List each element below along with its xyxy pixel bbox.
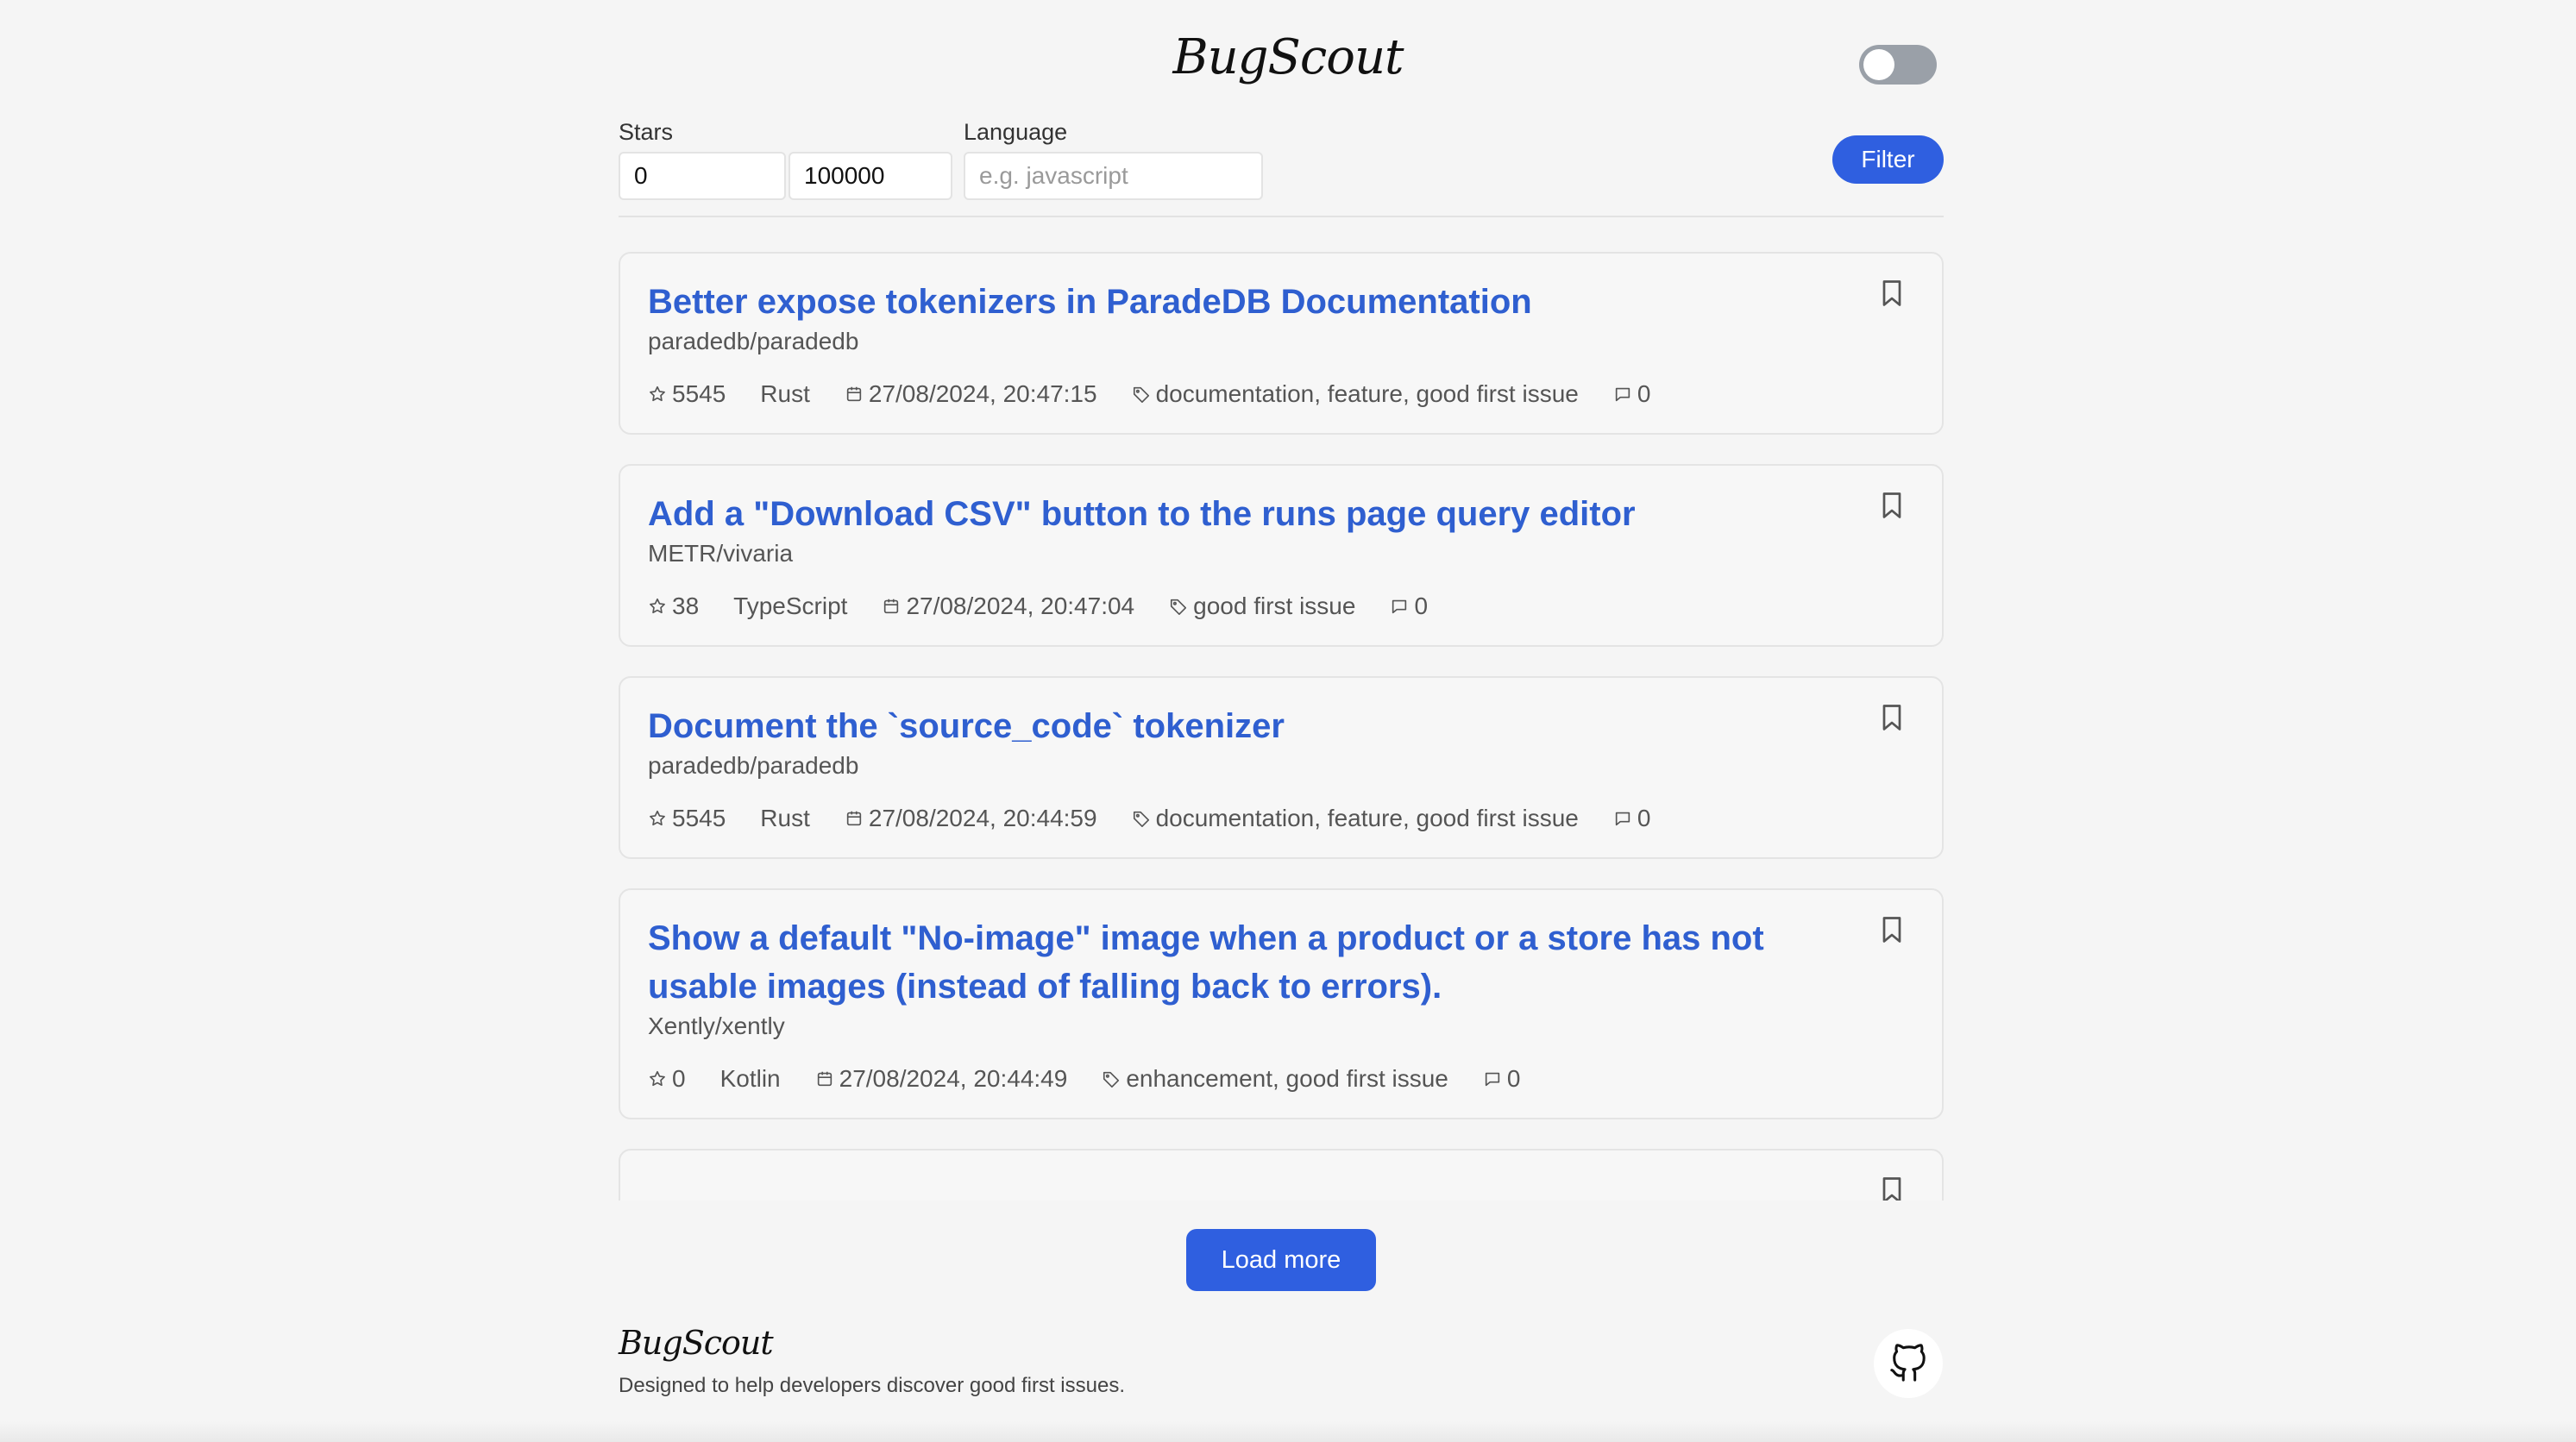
issue-date-text: 27/08/2024, 20:44:59 (868, 805, 1097, 831)
issue-language: TypeScript (733, 592, 848, 619)
issue-meta: 38 TypeScript 27/08/2024, 20:47:04 good … (648, 590, 1838, 623)
bookmark-icon[interactable] (1876, 912, 1907, 947)
issue-date-text: 27/08/2024, 20:47:04 (906, 592, 1135, 619)
footer-logo: BugScout (619, 1324, 774, 1362)
issue-comments: 0 (1613, 802, 1651, 835)
issue-labels: good first issue (1169, 590, 1355, 623)
issue-stars: 38 (648, 590, 699, 623)
issue-date-text: 27/08/2024, 20:47:15 (868, 380, 1097, 407)
stars-label: Stars (619, 119, 674, 145)
issue-labels-text: documentation, feature, good first issue (1155, 380, 1579, 407)
issue-comments-count: 0 (1414, 592, 1429, 619)
issues-list[interactable]: Better expose tokenizers in ParadeDB Doc… (619, 252, 1944, 1201)
load-more-button[interactable]: Load more (1186, 1229, 1376, 1291)
star-icon (648, 597, 667, 616)
issue-labels: documentation, feature, good first issue (1132, 378, 1579, 411)
issue-stars: 5545 (648, 802, 726, 835)
bottom-shade (0, 1421, 2576, 1442)
issue-date: 27/08/2024, 20:47:15 (845, 378, 1097, 411)
issue-card[interactable]: Better expose tokenizers in ParadeDB Doc… (619, 252, 1944, 435)
page: BugScout Stars Language Filter Better ex… (0, 0, 2576, 1442)
calendar-icon (845, 809, 864, 828)
issue-language: Rust (760, 805, 810, 831)
issue-title-link[interactable]: Add a "Download CSV" button to the runs … (648, 490, 1838, 538)
issue-language: Rust (760, 380, 810, 407)
bookmark-icon[interactable] (1876, 488, 1907, 523)
issue-stars-count: 5545 (672, 380, 726, 407)
issue-title-link[interactable]: Better expose tokenizers in ParadeDB Doc… (648, 278, 1838, 326)
issue-repo: METR/vivaria (648, 540, 794, 567)
footer-tagline: Designed to help developers discover goo… (619, 1374, 1125, 1397)
issue-comments: 0 (1613, 378, 1651, 411)
calendar-icon (815, 1069, 834, 1088)
issue-stars-count: 38 (672, 592, 700, 619)
issue-meta: 5545 Rust 27/08/2024, 20:47:15 documenta… (648, 378, 1838, 411)
issue-meta: 5545 Rust 27/08/2024, 20:44:59 documenta… (648, 802, 1838, 835)
filter-divider (619, 216, 1944, 217)
issue-date: 27/08/2024, 20:44:59 (845, 802, 1097, 835)
issue-repo: paradedb/paradedb (648, 328, 859, 354)
issue-repo: Xently/xently (648, 1013, 785, 1039)
theme-toggle[interactable] (1859, 45, 1937, 85)
issue-labels-text: good first issue (1193, 592, 1356, 619)
comment-icon (1390, 597, 1409, 616)
language-input[interactable] (964, 152, 1263, 200)
issue-repo: paradedb/paradedb (648, 752, 859, 779)
tag-icon (1132, 385, 1151, 404)
theme-toggle-knob (1863, 49, 1894, 80)
issue-stars: 0 (648, 1063, 686, 1095)
tag-icon (1132, 809, 1151, 828)
stars-min-input[interactable] (619, 152, 786, 200)
bookmark-icon[interactable] (1876, 700, 1907, 735)
issue-title-link[interactable]: Show a default "No-image" image when a p… (648, 914, 1838, 1011)
github-icon (1888, 1344, 1928, 1383)
issue-date: 27/08/2024, 20:44:49 (815, 1063, 1068, 1095)
tag-icon (1169, 597, 1188, 616)
issue-stars-count: 0 (672, 1065, 686, 1092)
issue-language: Kotlin (719, 1065, 781, 1092)
issue-labels: enhancement, good first issue (1102, 1063, 1448, 1095)
issue-comments-count: 0 (1637, 805, 1651, 831)
issues-container: Better expose tokenizers in ParadeDB Doc… (619, 252, 1944, 1119)
issue-comments-count: 0 (1637, 380, 1651, 407)
issue-card[interactable]: Show a default "No-image" image when a p… (619, 888, 1944, 1119)
issue-card-partial[interactable] (619, 1149, 1944, 1201)
language-label: Language (964, 119, 1068, 145)
comment-icon (1613, 809, 1632, 828)
issue-labels: documentation, feature, good first issue (1132, 802, 1579, 835)
issue-labels-text: documentation, feature, good first issue (1155, 805, 1579, 831)
issue-stars: 5545 (648, 378, 726, 411)
bookmark-icon[interactable] (1876, 1173, 1907, 1201)
star-icon (648, 385, 667, 404)
issue-card[interactable]: Add a "Download CSV" button to the runs … (619, 464, 1944, 647)
issue-labels-text: enhancement, good first issue (1126, 1065, 1448, 1092)
issue-date: 27/08/2024, 20:47:04 (882, 590, 1134, 623)
filter-button[interactable]: Filter (1832, 135, 1944, 184)
issue-comments: 0 (1483, 1063, 1521, 1095)
app-logo[interactable]: BugScout (1172, 29, 1404, 85)
bookmark-icon[interactable] (1876, 276, 1907, 310)
issue-stars-count: 5545 (672, 805, 726, 831)
star-icon (648, 1069, 667, 1088)
comment-icon (1613, 385, 1632, 404)
star-icon (648, 809, 667, 828)
issue-comments: 0 (1390, 590, 1428, 623)
issue-meta: 0 Kotlin 27/08/2024, 20:44:49 enhancemen… (648, 1063, 1838, 1095)
issue-date-text: 27/08/2024, 20:44:49 (839, 1065, 1068, 1092)
issue-title-link[interactable]: Document the `source_code` tokenizer (648, 702, 1838, 750)
comment-icon (1483, 1069, 1502, 1088)
issue-comments-count: 0 (1506, 1065, 1521, 1092)
calendar-icon (882, 597, 901, 616)
tag-icon (1102, 1069, 1121, 1088)
calendar-icon (845, 385, 864, 404)
issue-card[interactable]: Document the `source_code` tokenizer par… (619, 676, 1944, 859)
stars-max-input[interactable] (789, 152, 952, 200)
github-link[interactable] (1874, 1329, 1943, 1398)
